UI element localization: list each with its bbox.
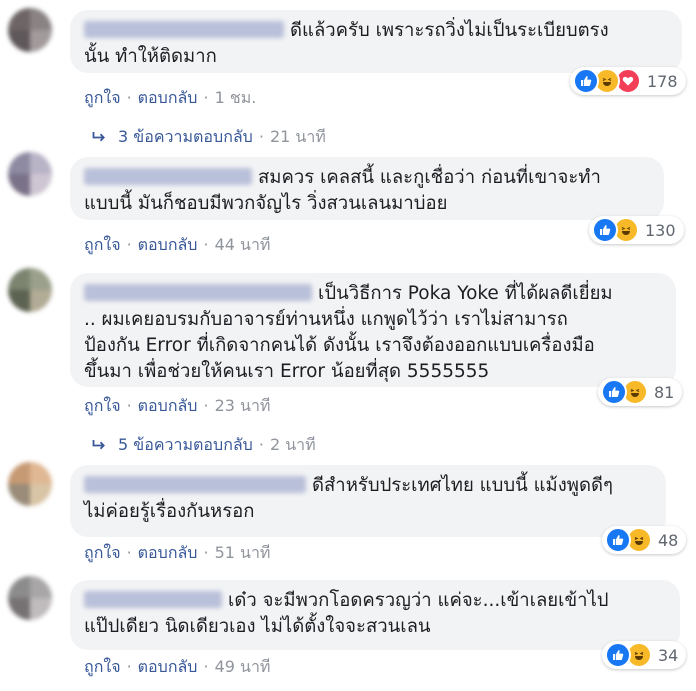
comment-time[interactable]: 49 นาที	[215, 655, 271, 680]
comment-actions: ถูกใจ · ตอบกลับ · 23 นาที	[84, 394, 270, 419]
comment-text: ดีสำหรับประเทศไทย แบบนี้ แม้งพูดดีๆ	[312, 475, 613, 496]
reply-link[interactable]: ตอบกลับ	[138, 86, 198, 111]
reaction-summary[interactable]: 48	[602, 526, 687, 554]
comment-line: ดีแล้วครับ เพราะรถวิ่งไม่เป็นระเบียบตรง	[84, 18, 668, 44]
comment-time[interactable]: 23 นาที	[215, 394, 271, 419]
comment-text: ป้องกัน Error ที่เกิดจากคนได้ ดังนั้น เร…	[84, 335, 595, 356]
replies-time: 21 นาที	[269, 127, 326, 146]
thumbs-up-icon	[573, 68, 599, 94]
commenter-name[interactable]	[84, 284, 312, 301]
reaction-count: 34	[658, 645, 679, 665]
thumbs-up-icon	[601, 379, 627, 405]
reaction-count: 178	[647, 71, 678, 91]
commenter-name[interactable]	[84, 168, 252, 185]
commenter-name[interactable]	[84, 21, 284, 38]
like-link[interactable]: ถูกใจ	[84, 86, 121, 111]
comment-line: ดีสำหรับประเทศไทย แบบนี้ แม้งพูดดีๆ	[84, 473, 652, 499]
separator-dot: ·	[203, 88, 209, 107]
reply-arrow-icon	[92, 128, 106, 147]
comment-line: เด๋ว จะมีพวกโอดครวญว่า แค่จะ...เข้าเลยเข…	[84, 588, 666, 614]
thumbs-up-icon	[605, 642, 631, 668]
thumbs-up-icon	[592, 217, 618, 243]
reaction-count: 81	[654, 382, 675, 402]
comment-actions: ถูกใจ · ตอบกลับ · 49 นาที	[84, 655, 270, 680]
separator-dot: ·	[203, 396, 209, 415]
reaction-summary[interactable]: 130	[589, 216, 684, 244]
avatar[interactable]	[8, 462, 52, 506]
avatar[interactable]	[8, 8, 52, 52]
reaction-count: 130	[645, 220, 676, 240]
avatar[interactable]	[8, 268, 52, 312]
reaction-summary[interactable]: 81	[598, 378, 683, 406]
comment-line: เป็นวิธีการ Poka Yoke ที่ได้ผลดีเยี่ยม	[84, 281, 662, 307]
separator-dot: ·	[126, 657, 132, 676]
separator-dot: ·	[126, 543, 132, 562]
comment-line: สมควร เคลสนี้ และกูเชื่อว่า ก่อนที่เขาจะ…	[84, 165, 650, 191]
comment-bubble: เป็นวิธีการ Poka Yoke ที่ได้ผลดีเยี่ยม .…	[70, 273, 676, 387]
comment-bubble: ดีแล้วครับ เพราะรถวิ่งไม่เป็นระเบียบตรง …	[70, 10, 682, 73]
like-link[interactable]: ถูกใจ	[84, 233, 121, 258]
comment-text: เป็นวิธีการ Poka Yoke ที่ได้ผลดีเยี่ยม	[318, 283, 613, 304]
comment-text: แบบนี้ มันก็ชอบมีพวกจัญไร วิ่งสวนเลนมาบ่…	[84, 193, 448, 214]
replies-count[interactable]: 3 ข้อความตอบกลับ	[118, 127, 253, 146]
reaction-summary[interactable]: 178	[570, 67, 686, 95]
separator-dot: ·	[126, 396, 132, 415]
reply-link[interactable]: ตอบกลับ	[138, 655, 198, 680]
comment-text: .. ผมเคยอบรมกับอาจารย์ท่านหนึ่ง แกพูดไว้…	[84, 309, 568, 330]
like-link[interactable]: ถูกใจ	[84, 655, 121, 680]
separator-dot: ·	[258, 127, 264, 146]
comment-text: ดีแล้วครับ เพราะรถวิ่งไม่เป็นระเบียบตรง	[290, 20, 609, 41]
comment-actions: ถูกใจ · ตอบกลับ · 51 นาที	[84, 541, 270, 566]
comment-text: นั้น ทำให้ติดมาก	[84, 46, 217, 67]
reaction-summary[interactable]: 34	[602, 641, 687, 669]
comment-bubble: ดีสำหรับประเทศไทย แบบนี้ แม้งพูดดีๆ ไม่ค…	[70, 465, 666, 537]
thumbs-up-icon	[605, 527, 631, 553]
comment-text: สมควร เคลสนี้ และกูเชื่อว่า ก่อนที่เขาจะ…	[258, 167, 601, 188]
avatar[interactable]	[8, 152, 52, 196]
comment-bubble: เด๋ว จะมีพวกโอดครวญว่า แค่จะ...เข้าเลยเข…	[70, 580, 680, 650]
comment-time[interactable]: 1 ชม.	[215, 86, 257, 111]
commenter-name[interactable]	[84, 591, 222, 608]
comment-bubble: สมควร เคลสนี้ และกูเชื่อว่า ก่อนที่เขาจะ…	[70, 157, 664, 220]
comment-actions: ถูกใจ · ตอบกลับ · 44 นาที	[84, 233, 270, 258]
comment-text: ไม่ค่อยรู้เรื่องกันหรอก	[84, 501, 255, 522]
replies-time: 2 นาที	[269, 435, 316, 454]
reply-link[interactable]: ตอบกลับ	[138, 233, 198, 258]
separator-dot: ·	[203, 657, 209, 676]
view-replies[interactable]: 5 ข้อความตอบกลับ · 2 นาที	[92, 433, 316, 458]
separator-dot: ·	[203, 543, 209, 562]
comment-thread: ดีแล้วครับ เพราะรถวิ่งไม่เป็นระเบียบตรง …	[0, 0, 696, 691]
comment-actions: ถูกใจ · ตอบกลับ · 1 ชม.	[84, 86, 256, 111]
comment-text: ขึ้นมา เพื่อช่วยให้คนเรา Error น้อยที่สุ…	[84, 361, 490, 382]
like-link[interactable]: ถูกใจ	[84, 394, 121, 419]
comment-text: เด๋ว จะมีพวกโอดครวญว่า แค่จะ...เข้าเลยเข…	[228, 590, 609, 611]
like-link[interactable]: ถูกใจ	[84, 541, 121, 566]
view-replies[interactable]: 3 ข้อความตอบกลับ · 21 นาที	[92, 125, 326, 150]
separator-dot: ·	[126, 88, 132, 107]
reply-link[interactable]: ตอบกลับ	[138, 541, 198, 566]
comment-text: แป๊ปเดียว นิดเดียวเอง ไม่ได้ตั้งใจจะสวนเ…	[84, 616, 431, 637]
comment-time[interactable]: 51 นาที	[215, 541, 271, 566]
comment-time[interactable]: 44 นาที	[215, 233, 271, 258]
avatar[interactable]	[8, 576, 52, 620]
reply-arrow-icon	[92, 436, 106, 455]
replies-count[interactable]: 5 ข้อความตอบกลับ	[118, 435, 253, 454]
separator-dot: ·	[258, 435, 264, 454]
separator-dot: ·	[126, 235, 132, 254]
separator-dot: ·	[203, 235, 209, 254]
commenter-name[interactable]	[84, 476, 306, 493]
reply-link[interactable]: ตอบกลับ	[138, 394, 198, 419]
reaction-count: 48	[658, 530, 679, 550]
